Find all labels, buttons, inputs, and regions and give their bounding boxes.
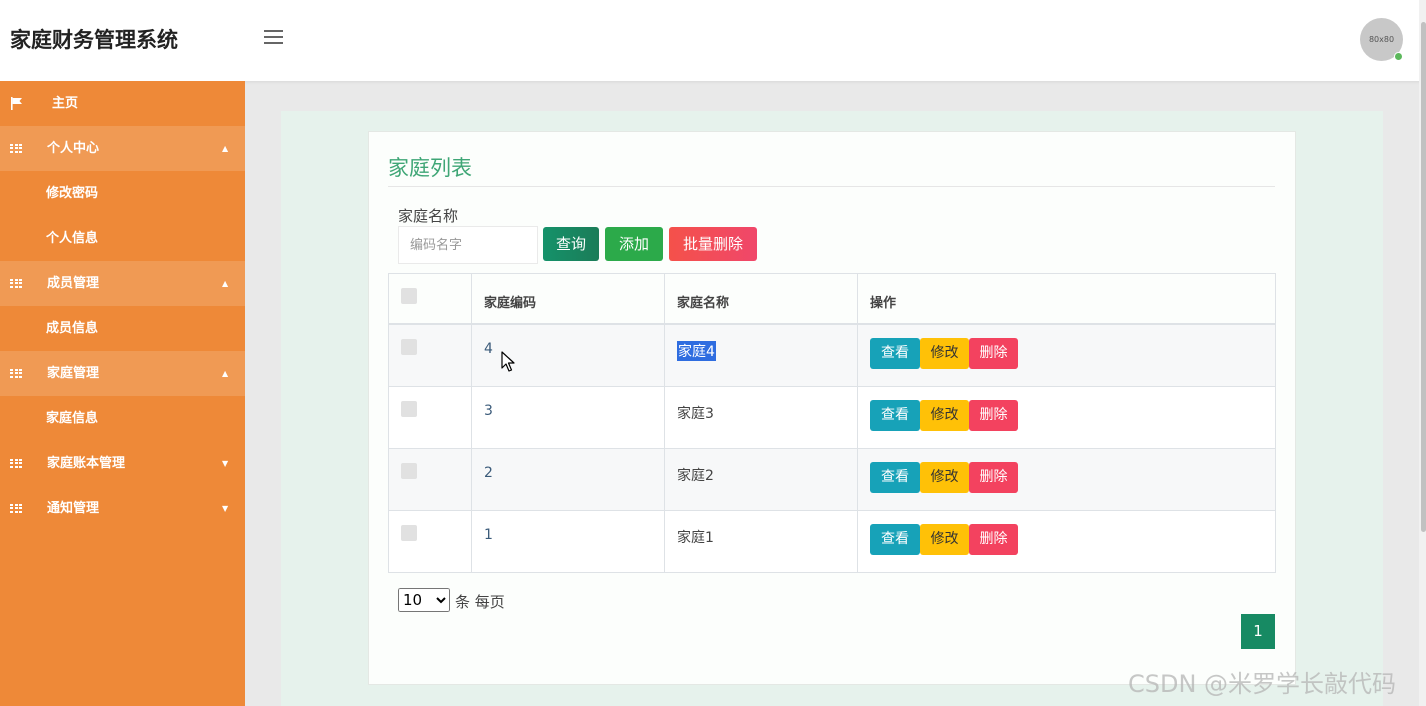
sidebar-item-member-management[interactable]: 成员管理 ▲	[0, 261, 245, 306]
caret-up-icon: ▲	[222, 279, 229, 288]
table-row: 1 家庭1 查看 修改 删除	[389, 511, 1275, 572]
delete-button[interactable]: 删除	[969, 400, 1018, 431]
sidebar-item-ledger-management[interactable]: 家庭账本管理 ▼	[0, 441, 245, 486]
column-header-actions: 操作	[870, 296, 897, 311]
view-button[interactable]: 查看	[870, 400, 920, 431]
grid-icon	[10, 441, 24, 486]
table-row: 4 家庭4 查看 修改 删除	[389, 325, 1275, 387]
sidebar-item-family-management[interactable]: 家庭管理 ▲	[0, 351, 245, 396]
caret-down-icon: ▼	[222, 459, 229, 468]
family-name: 家庭1	[677, 530, 714, 546]
caret-down-icon: ▼	[222, 504, 229, 513]
family-code: 3	[484, 403, 493, 419]
mouse-cursor-icon	[501, 351, 515, 372]
page-size-select[interactable]: 10	[398, 588, 450, 612]
hamburger-menu-icon[interactable]	[264, 30, 283, 46]
grid-icon	[10, 351, 24, 396]
table-row: 3 家庭3 查看 修改 删除	[389, 387, 1275, 449]
family-code: 4	[484, 341, 493, 357]
select-all-checkbox[interactable]	[401, 288, 417, 304]
delete-button[interactable]: 删除	[969, 524, 1018, 555]
row-checkbox[interactable]	[401, 339, 417, 355]
sidebar-item-change-password[interactable]: 修改密码	[0, 171, 245, 216]
add-button[interactable]: 添加	[605, 227, 663, 261]
view-button[interactable]: 查看	[870, 338, 920, 369]
family-table: 家庭编码 家庭名称 操作 4 家庭4 查看 修改 删除 3 家庭3 查看 修改 …	[388, 273, 1276, 573]
table-row: 2 家庭2 查看 修改 删除	[389, 449, 1275, 511]
delete-button[interactable]: 删除	[969, 338, 1018, 369]
flag-icon	[10, 81, 24, 126]
family-code: 2	[484, 465, 493, 481]
page-title: 家庭列表	[388, 156, 472, 180]
search-label: 家庭名称	[398, 207, 459, 225]
sidebar-item-personal-info[interactable]: 个人信息	[0, 216, 245, 261]
edit-button[interactable]: 修改	[920, 338, 969, 369]
view-button[interactable]: 查看	[870, 524, 920, 555]
column-header-code: 家庭编码	[484, 296, 537, 311]
page-1-button[interactable]: 1	[1241, 614, 1275, 649]
sidebar-item-home[interactable]: 主页	[0, 81, 245, 126]
title-divider	[388, 186, 1275, 187]
family-name: 家庭2	[677, 468, 714, 484]
column-header-name: 家庭名称	[677, 296, 730, 311]
top-header: 家庭财务管理系统 80x80	[0, 0, 1426, 81]
family-name: 家庭3	[677, 406, 714, 422]
batch-delete-button[interactable]: 批量删除	[669, 227, 757, 261]
watermark: CSDN @米罗学长敲代码	[1128, 670, 1397, 698]
sidebar-item-notice-management[interactable]: 通知管理 ▼	[0, 486, 245, 531]
page-size-suffix: 条 每页	[455, 593, 505, 611]
row-checkbox[interactable]	[401, 401, 417, 417]
grid-icon	[10, 486, 24, 531]
view-button[interactable]: 查看	[870, 462, 920, 493]
online-status-dot	[1394, 52, 1403, 61]
delete-button[interactable]: 删除	[969, 462, 1018, 493]
app-title: 家庭财务管理系统	[10, 28, 178, 52]
sidebar-item-family-info[interactable]: 家庭信息	[0, 396, 245, 441]
row-checkbox[interactable]	[401, 525, 417, 541]
caret-up-icon: ▲	[222, 369, 229, 378]
row-checkbox[interactable]	[401, 463, 417, 479]
search-input[interactable]	[398, 226, 538, 264]
sidebar: 主页 个人中心 ▲ 修改密码 个人信息 成员管理 ▲ 成员信息 家庭管理 ▲ 家…	[0, 81, 245, 706]
edit-button[interactable]: 修改	[920, 400, 969, 431]
sidebar-item-personal-center[interactable]: 个人中心 ▲	[0, 126, 245, 171]
edit-button[interactable]: 修改	[920, 462, 969, 493]
family-name: 家庭4	[677, 341, 716, 361]
grid-icon	[10, 126, 24, 171]
sidebar-item-member-info[interactable]: 成员信息	[0, 306, 245, 351]
caret-up-icon: ▲	[222, 144, 229, 153]
query-button[interactable]: 查询	[543, 227, 599, 261]
grid-icon	[10, 261, 24, 306]
family-code: 1	[484, 527, 493, 543]
table-header-row: 家庭编码 家庭名称 操作	[389, 274, 1275, 325]
page-scrollbar-thumb[interactable]	[1421, 22, 1426, 532]
edit-button[interactable]: 修改	[920, 524, 969, 555]
